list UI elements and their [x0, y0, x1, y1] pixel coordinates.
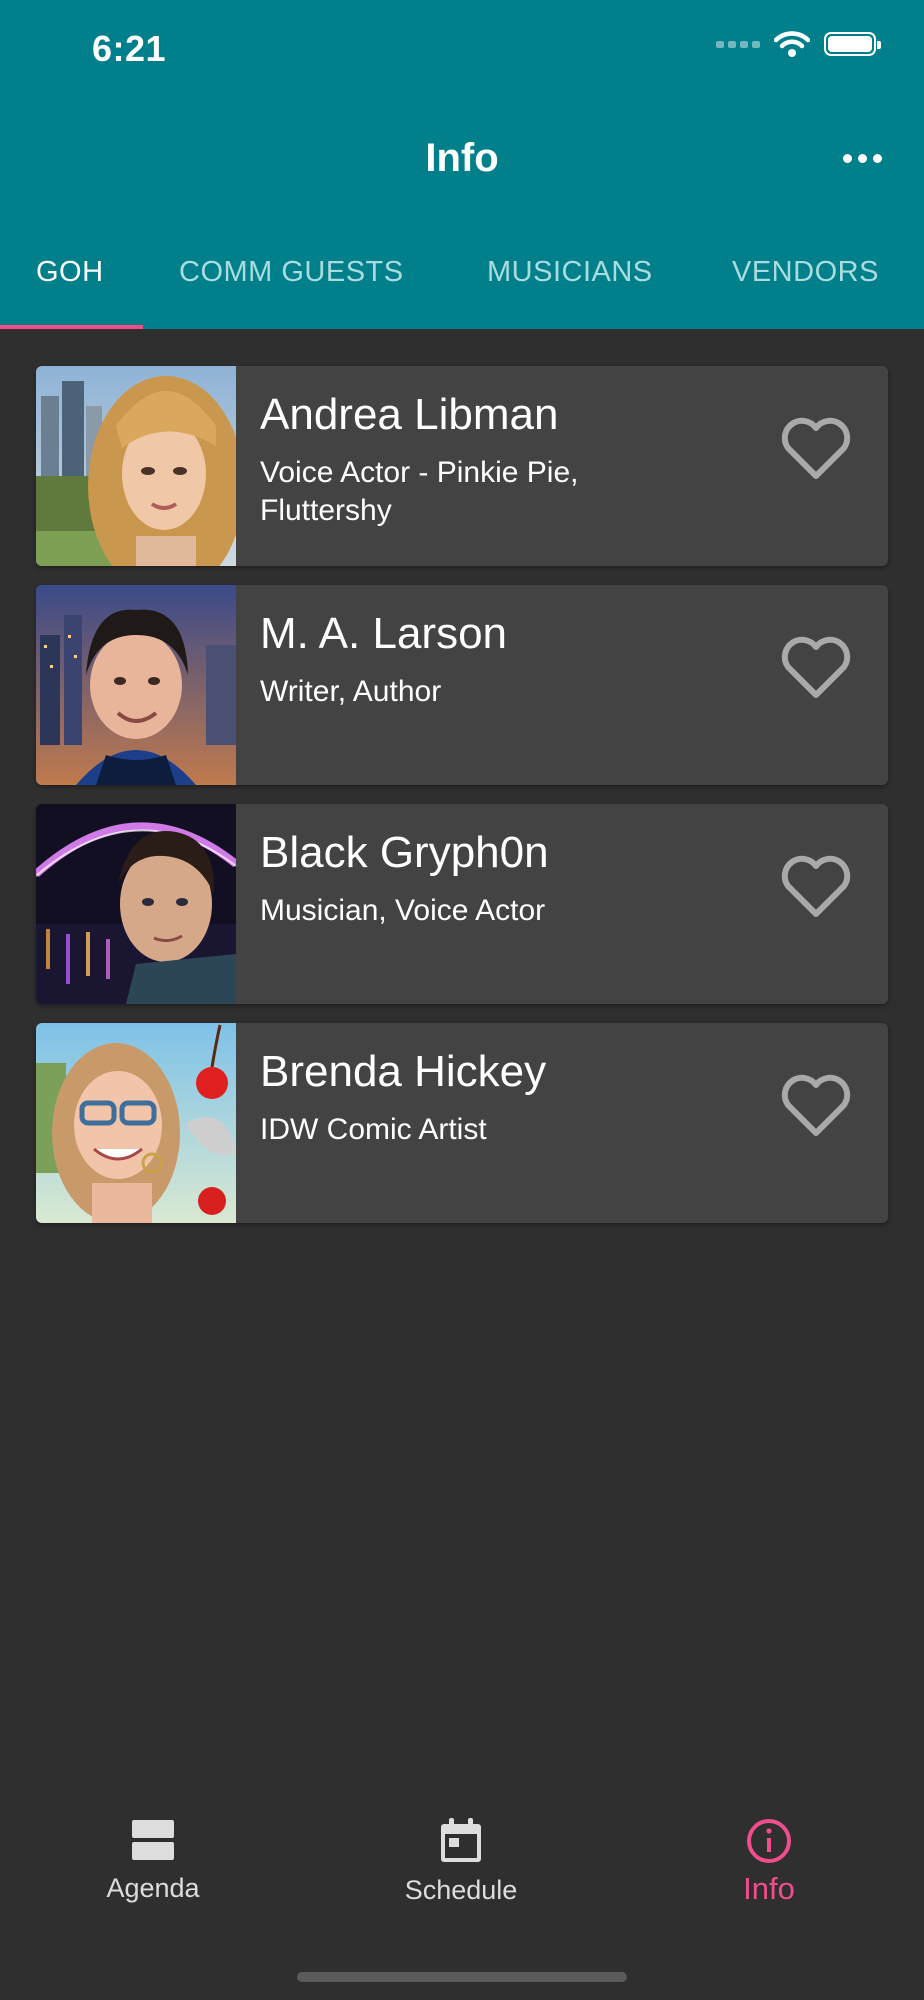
guest-card[interactable]: Andrea Libman Voice Actor - Pinkie Pie, … — [36, 366, 888, 566]
nav-schedule[interactable]: Schedule — [351, 1818, 571, 1906]
guest-name: M. A. Larson — [260, 609, 508, 658]
guest-card[interactable]: M. A. Larson Writer, Author — [36, 585, 888, 785]
cellular-signal-icon — [716, 40, 760, 48]
guest-card[interactable]: Black Gryph0n Musician, Voice Actor — [36, 804, 888, 1004]
favorite-heart-icon[interactable] — [780, 416, 852, 482]
nav-info[interactable]: Info — [659, 1818, 879, 1907]
favorite-heart-icon[interactable] — [780, 1073, 852, 1139]
tab-bar: GOH COMM GUESTS MUSICIANS VENDORS — [0, 240, 924, 329]
guest-role: Writer, Author — [260, 675, 442, 708]
guest-photo — [36, 804, 236, 1004]
status-icons — [716, 30, 881, 58]
favorite-heart-icon[interactable] — [780, 635, 852, 701]
calendar-icon — [441, 1818, 481, 1862]
guest-role: Voice Actor - Pinkie Pie, Fluttershy — [260, 456, 579, 527]
app-header: 6:21 Info GOH COMM GUESTS MUSICIANS VEND… — [0, 0, 924, 329]
tab-goh[interactable]: GOH — [36, 256, 104, 289]
guest-card[interactable]: Brenda Hickey IDW Comic Artist — [36, 1023, 888, 1223]
nav-agenda[interactable]: Agenda — [43, 1818, 263, 1904]
guest-photo — [36, 366, 236, 566]
more-options-icon[interactable] — [837, 148, 888, 169]
favorite-heart-icon[interactable] — [780, 854, 852, 920]
tab-comm-guests[interactable]: COMM GUESTS — [179, 256, 404, 289]
nav-agenda-label: Agenda — [106, 1873, 200, 1903]
guest-name: Brenda Hickey — [260, 1047, 547, 1096]
status-time: 6:21 — [92, 28, 167, 69]
nav-schedule-label: Schedule — [404, 1875, 518, 1905]
wifi-icon — [774, 31, 810, 57]
guest-role: Musician, Voice Actor — [260, 894, 546, 927]
guest-photo — [36, 1023, 236, 1223]
agenda-icon — [132, 1820, 174, 1860]
home-indicator — [297, 1972, 627, 1982]
guest-name: Andrea Libman — [260, 390, 559, 439]
guest-role: IDW Comic Artist — [260, 1113, 487, 1146]
nav-info-label: Info — [743, 1871, 795, 1906]
info-icon — [747, 1819, 791, 1863]
active-tab-indicator — [0, 325, 143, 329]
page-title: Info — [425, 136, 499, 180]
battery-icon — [824, 32, 881, 56]
tab-vendors[interactable]: VENDORS — [732, 256, 879, 289]
guest-name: Black Gryph0n — [260, 828, 549, 877]
bottom-navigation: Agenda Schedule Info — [0, 1818, 924, 1938]
guest-photo — [36, 585, 236, 785]
tab-musicians[interactable]: MUSICIANS — [487, 256, 653, 289]
